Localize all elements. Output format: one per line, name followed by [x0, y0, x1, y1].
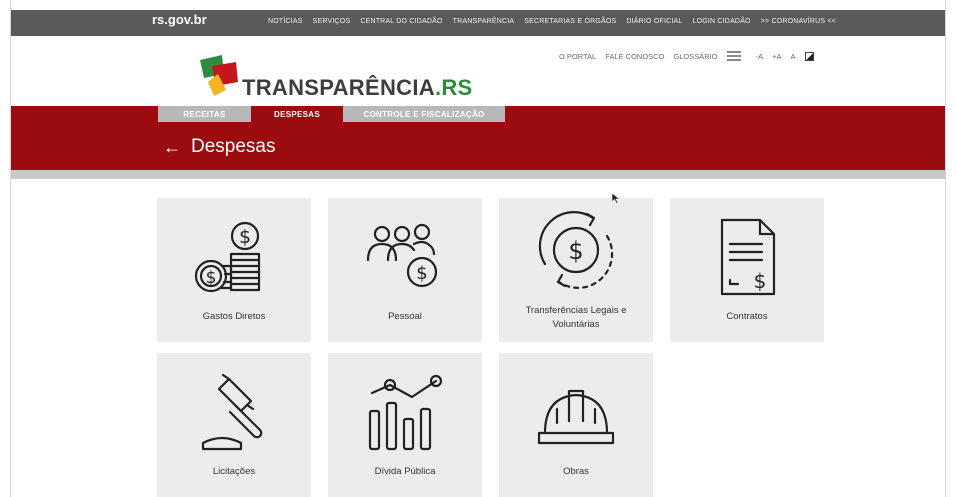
card-gastos-diretos[interactable]: $ $ Gastos Diretos	[157, 198, 311, 342]
gov-nav-coronavirus[interactable]: >> CORONAVÍRUS <<	[761, 18, 836, 25]
section-band: RECEITAS DESPESAS CONTROLE E FISCALIZAÇÃ…	[11, 106, 945, 170]
tab-controle-fiscalizacao[interactable]: CONTROLE E FISCALIZAÇÃO	[343, 106, 505, 122]
card-label: Obras	[563, 466, 589, 477]
browser-page: rs.gov.br NOTÍCIAS SERVIÇOS CENTRAL DO C…	[10, 0, 946, 497]
card-label: Pessoal	[388, 311, 422, 322]
site-logo[interactable]: TRANSPARÊNCIA.RS	[196, 52, 496, 101]
gov-nav-diario-oficial[interactable]: DIÁRIO OFICIAL	[626, 18, 682, 25]
menu-icon[interactable]	[726, 51, 741, 61]
contract-icon: $	[720, 218, 776, 296]
card-contratos[interactable]: $ Contratos	[670, 198, 824, 342]
link-o-portal[interactable]: O PORTAL	[559, 52, 596, 61]
card-label: Contratos	[726, 311, 768, 322]
utility-bar: O PORTAL FALE CONOSCO GLOSSÁRIO -A +A A	[559, 51, 814, 61]
section-tabs: RECEITAS DESPESAS CONTROLE E FISCALIZAÇÃ…	[158, 106, 505, 122]
logo-title: TRANSPARÊNCIA.RS	[242, 75, 473, 101]
card-obras[interactable]: Obras	[499, 353, 653, 497]
mouse-cursor-icon	[612, 193, 620, 204]
card-licitacoes[interactable]: Licitações	[157, 353, 311, 497]
svg-text:$: $	[239, 226, 251, 248]
card-label: Dívida Pública	[374, 466, 436, 477]
card-label: Licitações	[212, 466, 256, 477]
svg-text:$: $	[754, 269, 767, 293]
hardhat-icon	[537, 389, 615, 445]
tab-despesas[interactable]: DESPESAS	[251, 106, 343, 122]
card-label: Gastos Diretos	[202, 311, 266, 322]
contrast-icon[interactable]	[804, 51, 814, 61]
link-glossario[interactable]: GLOSSÁRIO	[673, 52, 717, 61]
font-size-controls: -A +A A	[756, 52, 796, 61]
people-money-icon: $	[366, 223, 438, 288]
card-transferencias[interactable]: $ Transferências Legais e Voluntárias	[499, 198, 653, 342]
card-pessoal[interactable]: $ Pessoal	[328, 198, 482, 342]
logo-title-main: TRANSPARÊNCIA	[242, 75, 435, 100]
divider-strip	[11, 170, 945, 179]
font-increase-button[interactable]: +A	[772, 52, 781, 61]
svg-text:$: $	[568, 237, 583, 265]
gov-brand-link[interactable]: rs.gov.br	[152, 12, 207, 27]
card-divida-publica[interactable]: Dívida Pública	[328, 353, 482, 497]
gov-nav-servicos[interactable]: SERVIÇOS	[313, 18, 351, 25]
gov-nav-secretarias[interactable]: SECRETARIAS E ÓRGÃOS	[524, 18, 616, 25]
coins-icon: $ $	[194, 221, 261, 293]
card-label: Transferências Legais e Voluntárias	[525, 305, 627, 330]
page-title: Despesas	[191, 136, 276, 157]
gov-nav-login-cidadao[interactable]: LOGIN CIDADÃO	[692, 18, 750, 25]
gavel-icon	[201, 373, 263, 451]
gov-nav-central-cidadao[interactable]: CENTRAL DO CIDADÃO	[360, 18, 442, 25]
chart-icon	[368, 374, 443, 451]
font-decrease-button[interactable]: -A	[756, 52, 764, 61]
logo-mark-icon	[200, 55, 238, 96]
logo-title-suffix: .RS	[434, 75, 473, 100]
link-fale-conosco[interactable]: FALE CONOSCO	[605, 52, 664, 61]
gov-top-bar: rs.gov.br NOTÍCIAS SERVIÇOS CENTRAL DO C…	[11, 10, 945, 36]
tab-receitas[interactable]: RECEITAS	[158, 106, 251, 122]
gov-nav-noticias[interactable]: NOTÍCIAS	[268, 18, 303, 25]
gov-nav-transparencia[interactable]: TRANSPARÊNCIA	[453, 18, 515, 25]
svg-text:$: $	[206, 268, 217, 288]
page-header: ← Despesas	[163, 136, 276, 158]
font-reset-button[interactable]: A	[791, 52, 796, 61]
money-transfer-icon: $	[538, 211, 614, 289]
svg-text:$: $	[416, 263, 427, 284]
gov-nav: NOTÍCIAS SERVIÇOS CENTRAL DO CIDADÃO TRA…	[268, 18, 836, 25]
arrow-left-icon[interactable]: ←	[163, 138, 181, 156]
